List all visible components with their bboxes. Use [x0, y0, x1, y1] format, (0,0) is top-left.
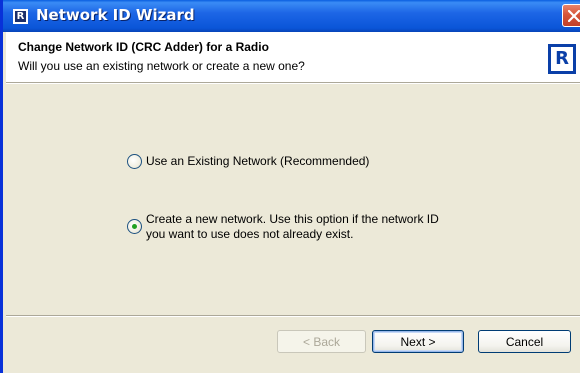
radio-existing-network[interactable]	[127, 154, 142, 169]
window-title: Network ID Wizard	[36, 6, 195, 24]
title-bar[interactable]: R Network ID Wizard	[3, 0, 580, 32]
next-button[interactable]: Next >	[372, 330, 464, 353]
wizard-window: R Network ID Wizard Change Network ID (C…	[0, 0, 580, 373]
logo: R	[548, 44, 576, 74]
close-icon	[568, 10, 580, 22]
option-existing-network[interactable]: Use an Existing Network (Recommended)	[127, 154, 369, 169]
option-new-label: Create a new network. Use this option if…	[146, 212, 439, 241]
page-title: Change Network ID (CRC Adder) for a Radi…	[18, 40, 269, 54]
header-divider	[6, 82, 580, 84]
cancel-button[interactable]: Cancel	[478, 330, 571, 353]
page-subtitle: Will you use an existing network or crea…	[18, 59, 305, 73]
back-button[interactable]: < Back	[277, 330, 366, 353]
close-button[interactable]	[562, 4, 580, 27]
wizard-header: Change Network ID (CRC Adder) for a Radi…	[6, 32, 580, 82]
app-icon: R	[13, 9, 28, 24]
radio-new-network[interactable]	[127, 219, 142, 234]
option-new-network[interactable]: Create a new network. Use this option if…	[127, 212, 439, 242]
option-existing-label: Use an Existing Network (Recommended)	[146, 154, 370, 168]
footer-divider	[6, 315, 580, 317]
